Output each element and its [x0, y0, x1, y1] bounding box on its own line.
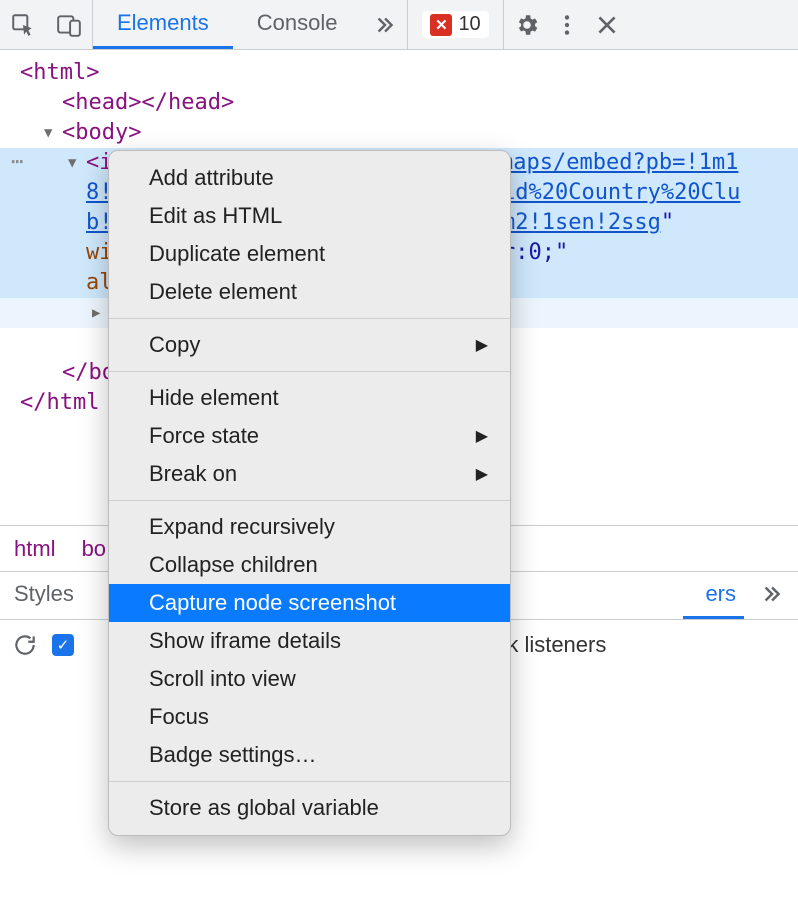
context-menu-item[interactable]: Badge settings…	[109, 736, 510, 774]
menu-separator	[109, 371, 510, 372]
tab-console[interactable]: Console	[233, 0, 362, 49]
node-actions-button[interactable]: ⋯	[0, 146, 34, 176]
menu-separator	[109, 500, 510, 501]
context-menu-item[interactable]: Duplicate element	[109, 235, 510, 273]
tab-elements[interactable]: Elements	[93, 0, 233, 49]
menu-item-label: Hide element	[149, 385, 279, 411]
error-count: 10	[458, 13, 480, 36]
submenu-arrow-icon: ▶	[476, 464, 488, 484]
inspect-element-button[interactable]	[0, 0, 46, 49]
context-menu-item[interactable]: Collapse children	[109, 546, 510, 584]
menu-item-label: Break on	[149, 461, 237, 487]
devtools-toolbar: Elements Console ✕ 10	[0, 0, 798, 50]
dom-head: <head></head>	[62, 90, 234, 115]
menu-item-label: Scroll into view	[149, 666, 296, 692]
dom-html-open: <html>	[20, 60, 99, 85]
disclosure-triangle-icon[interactable]: ▼	[68, 148, 82, 178]
framework-listeners-label-suffix: rk listeners	[500, 632, 606, 658]
chevrons-right-icon	[371, 12, 397, 38]
menu-item-label: Show iframe details	[149, 628, 341, 654]
submenu-arrow-icon: ▶	[476, 335, 488, 355]
crumb-body[interactable]: bo	[82, 536, 106, 562]
menu-item-label: Copy	[149, 332, 200, 358]
tabs-overflow-button[interactable]	[361, 0, 407, 49]
disclosure-triangle-icon[interactable]: ▼	[44, 118, 58, 148]
disclosure-triangle-icon[interactable]: ▶	[92, 298, 106, 328]
menu-separator	[109, 318, 510, 319]
context-menu-item[interactable]: Copy ▶	[109, 326, 510, 364]
context-menu-item[interactable]: Edit as HTML	[109, 197, 510, 235]
menu-item-label: Collapse children	[149, 552, 318, 578]
context-menu-item[interactable]: Delete element	[109, 273, 510, 311]
context-menu-item[interactable]: Show iframe details	[109, 622, 510, 660]
dom-body-open: <body>	[62, 120, 141, 145]
toggle-device-toolbar-button[interactable]	[46, 0, 92, 49]
error-icon: ✕	[430, 14, 452, 36]
tab-label: Elements	[117, 10, 209, 36]
refresh-button[interactable]	[12, 632, 38, 658]
subtabs-overflow[interactable]	[744, 572, 798, 619]
subtab-label-suffix: ers	[705, 581, 736, 607]
menu-item-label: Focus	[149, 704, 209, 730]
ancestors-checkbox[interactable]: ✓	[52, 634, 74, 656]
menu-item-label: Edit as HTML	[149, 203, 282, 229]
node-context-menu: Add attribute Edit as HTML Duplicate eleme…	[108, 150, 511, 836]
subtab-styles[interactable]: Styles	[0, 572, 96, 619]
crumb-html[interactable]: html	[14, 536, 56, 562]
refresh-icon	[12, 632, 38, 658]
context-menu-item[interactable]: Expand recursively	[109, 508, 510, 546]
context-menu-item[interactable]: Hide element	[109, 379, 510, 417]
panel-tabs: Elements Console	[93, 0, 407, 49]
submenu-arrow-icon: ▶	[476, 426, 488, 446]
close-icon	[594, 12, 620, 38]
context-menu-item[interactable]: Scroll into view	[109, 660, 510, 698]
error-count-badge[interactable]: ✕ 10	[422, 11, 488, 38]
context-menu-item[interactable]: Break on ▶	[109, 455, 510, 493]
kebab-icon	[554, 12, 580, 38]
gear-icon	[514, 12, 540, 38]
context-menu-item[interactable]: Store as global variable	[109, 789, 510, 827]
context-menu-item[interactable]: Capture node screenshot	[109, 584, 510, 622]
menu-item-label: Add attribute	[149, 165, 274, 191]
menu-item-label: Capture node screenshot	[149, 590, 396, 616]
menu-item-label: Expand recursively	[149, 514, 335, 540]
iframe-src-part[interactable]: chid%20Country%20Clu	[475, 180, 740, 205]
subtab-label: Styles	[14, 581, 74, 607]
menu-item-label: Force state	[149, 423, 259, 449]
menu-item-label: Delete element	[149, 279, 297, 305]
settings-button[interactable]	[504, 0, 550, 49]
menu-item-label: Store as global variable	[149, 795, 379, 821]
subtab-event-listeners[interactable]: ers	[683, 572, 744, 619]
context-menu-item[interactable]: Force state ▶	[109, 417, 510, 455]
context-menu-item[interactable]: Focus	[109, 698, 510, 736]
devices-icon	[56, 12, 82, 38]
close-devtools-button[interactable]	[584, 0, 630, 49]
tab-label: Console	[257, 10, 338, 36]
more-options-button[interactable]	[550, 0, 584, 49]
context-menu-item[interactable]: Add attribute	[109, 159, 510, 197]
close-html: </html	[20, 390, 99, 415]
menu-item-label: Duplicate element	[149, 241, 325, 267]
chevrons-right-icon	[758, 581, 784, 607]
cursor-box-icon	[10, 12, 36, 38]
menu-separator	[109, 781, 510, 782]
menu-item-label: Badge settings…	[149, 742, 317, 768]
